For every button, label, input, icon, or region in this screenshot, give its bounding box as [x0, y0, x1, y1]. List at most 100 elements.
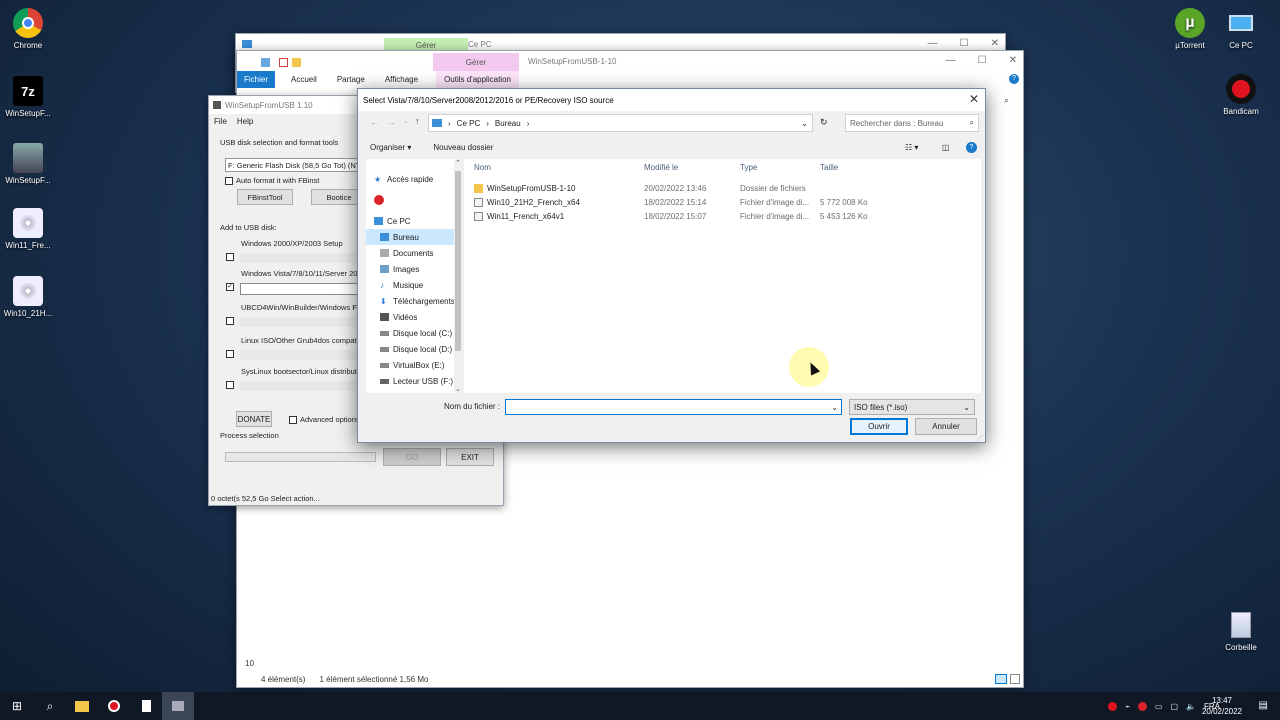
autoformat-option[interactable]: Auto format it with FBinst: [225, 176, 319, 185]
taskbar-document-icon[interactable]: [130, 692, 162, 720]
tab-view[interactable]: Affichage: [385, 75, 418, 84]
column-modified[interactable]: Modifié le: [638, 163, 734, 172]
up-arrow-icon[interactable]: ↑: [415, 116, 420, 126]
scroll-up-icon[interactable]: ⌃: [454, 159, 462, 167]
address-bar[interactable]: › Ce PC › Bureau › ⌄: [428, 114, 813, 132]
windows-start-icon[interactable]: ⊞: [0, 692, 34, 720]
nav-scrollbar[interactable]: ⌃ ⌄: [454, 159, 462, 393]
nav-drive-e[interactable]: VirtualBox (E:): [366, 357, 462, 373]
back-arrow-icon[interactable]: ←: [370, 117, 379, 127]
column-name[interactable]: Nom: [464, 163, 638, 172]
taskbar-bandicam-icon[interactable]: [98, 692, 130, 720]
volume-icon[interactable]: 🔈: [1186, 702, 1196, 711]
red-app-tray-icon[interactable]: [1137, 701, 1147, 711]
nav-drive-f[interactable]: Lecteur USB (F:): [366, 373, 462, 389]
option-path-field[interactable]: [240, 283, 370, 295]
desktop-icon-recycle-bin[interactable]: Corbeille: [1213, 610, 1269, 652]
help-icon[interactable]: ?: [1009, 74, 1019, 84]
resize-grip-icon[interactable]: ⋰: [977, 434, 984, 442]
exit-button[interactable]: EXIT: [446, 448, 494, 466]
option-checkbox[interactable]: [226, 253, 234, 261]
file-row[interactable]: Win11_French_x64v1 18/02/2022 15:07 Fich…: [464, 209, 981, 223]
large-icons-view-icon[interactable]: [1010, 674, 1020, 684]
clock[interactable]: 13:47 20/02/2022: [1202, 695, 1242, 717]
option-path-field[interactable]: [240, 317, 370, 327]
option-checkbox[interactable]: [226, 381, 234, 389]
nav-quick-access[interactable]: ★ Accès rapide: [366, 171, 462, 187]
breadcrumb-bureau[interactable]: Bureau: [495, 119, 521, 128]
menu-file[interactable]: File: [214, 117, 227, 126]
tab-home[interactable]: Accueil: [291, 75, 317, 84]
option-checkbox[interactable]: [226, 350, 234, 358]
open-button[interactable]: Ouvrir: [850, 418, 908, 435]
donate-button[interactable]: DONATE: [236, 411, 272, 427]
nav-red-app[interactable]: [366, 187, 462, 213]
close-icon[interactable]: ✕: [1009, 55, 1017, 66]
taskbar-file-explorer-icon[interactable]: [66, 692, 98, 720]
advanced-checkbox[interactable]: [289, 415, 297, 424]
notifications-icon[interactable]: ▤: [1259, 700, 1268, 711]
nav-this-pc[interactable]: Ce PC: [366, 213, 462, 229]
file-row[interactable]: Win10_21H2_French_x64 18/02/2022 15:14 F…: [464, 195, 981, 209]
search-box[interactable]: Rechercher dans : Bureau ⌕: [845, 114, 979, 132]
tab-app-tools[interactable]: Outils d'application: [436, 71, 519, 88]
taskbar-winsetup-icon[interactable]: [162, 692, 194, 720]
scroll-down-icon[interactable]: ⌄: [454, 385, 462, 393]
desktop-icon-ce-pc[interactable]: Ce PC: [1213, 8, 1269, 50]
usb-tray-icon[interactable]: ⌁: [1125, 702, 1130, 711]
advanced-options[interactable]: Advanced options: [289, 415, 360, 424]
ribbon-tab-manage-front[interactable]: Gérer: [433, 53, 519, 71]
desktop-icon-chrome[interactable]: Chrome: [0, 8, 56, 50]
option-vista-win11[interactable]: Windows Vista/7/8/10/11/Server 20 ✓: [226, 269, 370, 295]
autoformat-checkbox[interactable]: [225, 176, 233, 185]
breadcrumb-ce-pc[interactable]: Ce PC: [457, 119, 481, 128]
option-win2000[interactable]: Windows 2000/XP/2003 Setup: [226, 239, 370, 263]
battery-icon[interactable]: ▭: [1155, 702, 1163, 711]
refresh-icon[interactable]: ↻: [820, 117, 828, 128]
option-linux-iso[interactable]: Linux ISO/Other Grub4dos compatib: [226, 336, 370, 360]
tab-share[interactable]: Partage: [337, 75, 365, 84]
address-dropdown-icon[interactable]: ⌄: [801, 119, 808, 128]
option-syslinux[interactable]: SysLinux bootsector/Linux distribution: [226, 367, 370, 391]
nav-drive-c[interactable]: Disque local (C:): [366, 325, 462, 341]
navigation-pane[interactable]: ★ Accès rapide Ce PC Bureau Documents Ima…: [366, 159, 462, 393]
filename-input[interactable]: ⌄: [505, 399, 842, 415]
minimize-icon[interactable]: —: [928, 38, 938, 49]
option-path-field[interactable]: [240, 350, 370, 360]
view-options-icon[interactable]: ☷ ▾: [905, 143, 918, 152]
desktop-icon-bandicam[interactable]: Bandicam: [1213, 74, 1269, 116]
bandicam-tray-icon[interactable]: [1108, 701, 1118, 711]
search-icon[interactable]: ⌕: [1004, 95, 1009, 106]
desktop-icon-winsetup[interactable]: WinSetupF...: [0, 143, 56, 185]
fbinst-button[interactable]: FBinstTool: [237, 189, 293, 205]
nav-drive-d[interactable]: Disque local (D:): [366, 341, 462, 357]
nav-desktop[interactable]: Bureau: [366, 229, 462, 245]
scrollbar-thumb[interactable]: [455, 171, 461, 351]
column-type[interactable]: Type: [734, 163, 814, 172]
network-icon[interactable]: ▢: [1170, 702, 1178, 711]
maximize-icon[interactable]: ☐: [978, 55, 987, 66]
open-file-dialog[interactable]: Select Vista/7/8/10/Server2008/2012/2016…: [357, 88, 986, 443]
preview-pane-icon[interactable]: ◫: [942, 143, 950, 152]
close-icon[interactable]: ✕: [969, 92, 979, 106]
file-list[interactable]: Nom Modifié le Type Taille WinSetupFromU…: [464, 159, 981, 393]
nav-images[interactable]: Images: [366, 261, 462, 277]
desktop-icon-utorrent[interactable]: µ µTorrent: [1162, 8, 1218, 50]
nav-videos[interactable]: Vidéos: [366, 309, 462, 325]
filetype-select[interactable]: ISO files (*.iso) ⌄: [849, 399, 975, 415]
column-size[interactable]: Taille: [814, 163, 894, 172]
details-view-icon[interactable]: [995, 674, 1007, 684]
cancel-button[interactable]: Annuler: [915, 418, 977, 435]
nav-documents[interactable]: Documents: [366, 245, 462, 261]
close-icon[interactable]: ✕: [991, 38, 999, 49]
option-ubcd[interactable]: UBCD4Win/WinBuilder/Windows FL: [226, 303, 370, 327]
option-checkbox-checked[interactable]: ✓: [226, 283, 234, 291]
go-button[interactable]: GO: [383, 448, 441, 466]
file-row[interactable]: WinSetupFromUSB-1-10 20/02/2022 13:46 Do…: [464, 181, 981, 195]
search-icon[interactable]: ⌕: [970, 118, 974, 128]
option-path-field[interactable]: [240, 381, 370, 391]
minimize-icon[interactable]: —: [946, 55, 956, 66]
nav-downloads[interactable]: ⬇ Téléchargements: [366, 293, 462, 309]
menu-help[interactable]: Help: [237, 117, 253, 126]
tab-file[interactable]: Fichier: [237, 71, 276, 88]
